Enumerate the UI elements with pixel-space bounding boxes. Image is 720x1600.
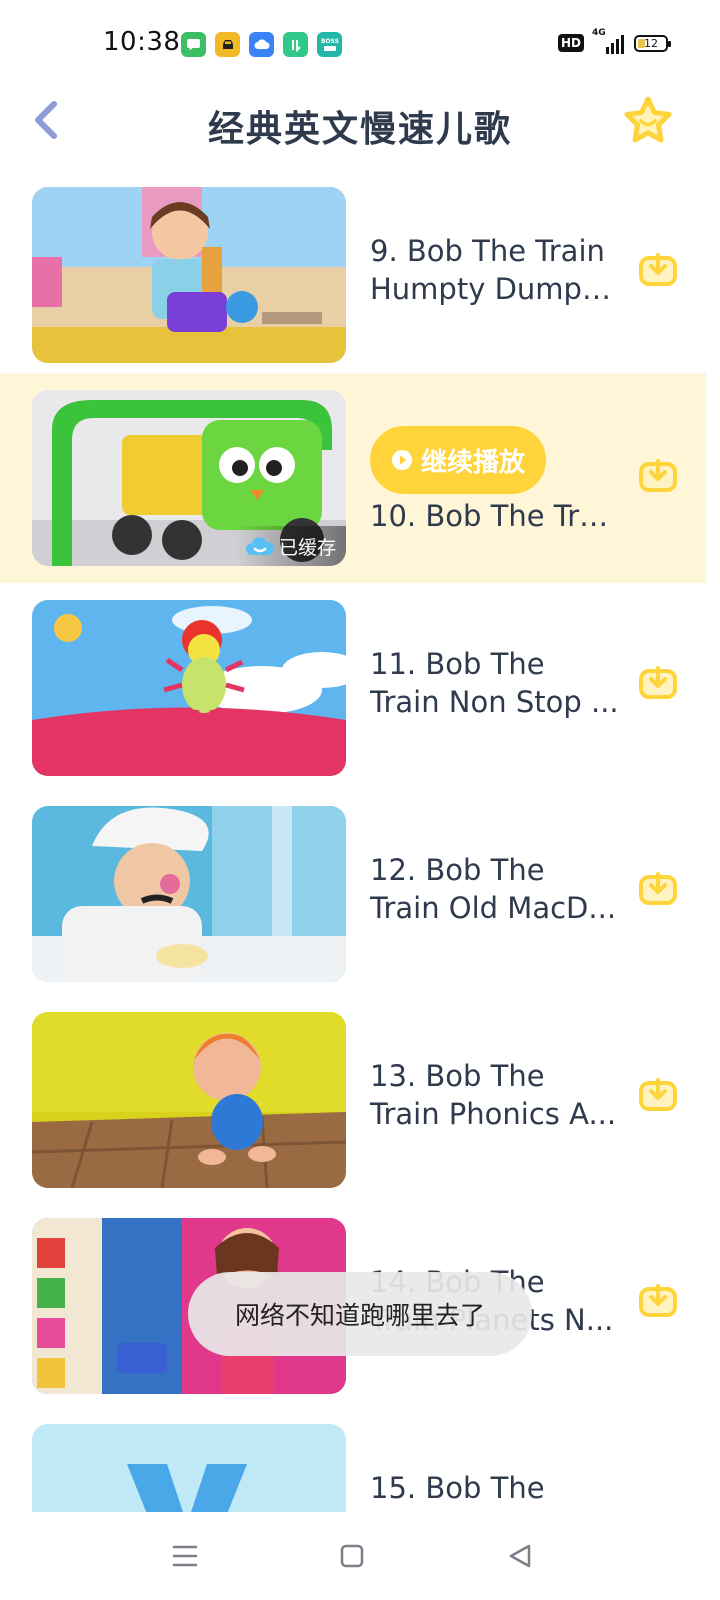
song-title-line2: Train Non Stop ... bbox=[370, 685, 619, 719]
download-icon bbox=[639, 253, 677, 286]
download-button[interactable] bbox=[638, 1281, 678, 1321]
continue-play-label: 继续播放 bbox=[420, 447, 525, 478]
video-thumbnail[interactable] bbox=[32, 806, 346, 982]
signal-icon: 4G bbox=[592, 28, 624, 54]
list-item[interactable]: 13. Bob The Train Phonics A... bbox=[0, 995, 706, 1205]
menu-icon bbox=[172, 1545, 198, 1567]
song-title-line1: 12. Bob The bbox=[370, 853, 545, 887]
song-title-line2: Train Old MacD... bbox=[370, 891, 617, 925]
list-item[interactable]: 15. Bob The bbox=[0, 1407, 706, 1512]
song-title[interactable]: 11. Bob The Train Non Stop ... bbox=[370, 645, 620, 721]
video-thumbnail[interactable] bbox=[32, 187, 346, 363]
finance-app-icon bbox=[283, 32, 308, 57]
list-item[interactable]: 11. Bob The Train Non Stop ... bbox=[0, 583, 706, 793]
song-title-line1: 11. Bob The bbox=[370, 647, 545, 681]
network-label: 4G bbox=[592, 28, 606, 38]
song-title[interactable]: 10. Bob The Tra... bbox=[370, 497, 620, 535]
star-icon bbox=[624, 96, 672, 143]
cached-label: 已缓存 bbox=[278, 537, 336, 559]
page-title: 经典英文慢速儿歌 bbox=[207, 109, 512, 150]
status-right-group: HD 4G 12 bbox=[557, 28, 671, 54]
continue-play-button[interactable]: 继续播放 bbox=[370, 426, 546, 494]
system-nav-bar bbox=[0, 1512, 720, 1600]
status-bar: 10:38 BOSS HD 4G 12 bbox=[0, 0, 720, 88]
download-icon bbox=[639, 459, 677, 492]
list-item[interactable]: 9. Bob The Train Humpty Dumpt... bbox=[0, 170, 706, 380]
download-icon bbox=[639, 666, 677, 699]
favorite-button[interactable] bbox=[620, 93, 676, 149]
play-icon bbox=[391, 450, 412, 470]
download-icon bbox=[639, 1078, 677, 1111]
song-title-line1: 9. Bob The Train bbox=[370, 234, 605, 268]
song-title-line1: 15. Bob The bbox=[370, 1471, 545, 1505]
cloud-app-icon bbox=[249, 32, 274, 57]
back-triangle-icon bbox=[509, 1544, 531, 1568]
download-icon bbox=[639, 1284, 677, 1317]
list-item[interactable]: 12. Bob The Train Old MacD... bbox=[0, 789, 706, 999]
svg-text:BOSS: BOSS bbox=[320, 38, 338, 45]
video-thumbnail[interactable] bbox=[32, 1012, 346, 1188]
cached-badge: 已缓存 bbox=[239, 531, 342, 562]
list-item-active[interactable]: 已缓存 继续播放 10. Bob The Tra... bbox=[0, 373, 706, 583]
download-button[interactable] bbox=[638, 1075, 678, 1115]
download-button[interactable] bbox=[638, 869, 678, 909]
boss-recruit-icon: BOSS bbox=[317, 32, 342, 57]
video-thumbnail[interactable]: 已缓存 bbox=[32, 390, 346, 566]
download-icon bbox=[639, 872, 677, 905]
download-button[interactable] bbox=[638, 250, 678, 290]
download-button[interactable] bbox=[638, 663, 678, 703]
video-thumbnail[interactable] bbox=[32, 600, 346, 776]
video-thumbnail[interactable] bbox=[32, 1424, 346, 1512]
menu-button[interactable] bbox=[163, 1534, 207, 1578]
song-title-line2: Train Phonics A... bbox=[370, 1097, 617, 1131]
song-title[interactable]: 13. Bob The Train Phonics A... bbox=[370, 1057, 620, 1133]
home-button[interactable] bbox=[330, 1534, 374, 1578]
app-header: 经典英文慢速儿歌 bbox=[0, 88, 720, 168]
song-title-line2: 10. Bob The Tra... bbox=[370, 499, 620, 533]
song-title-line1: 13. Bob The bbox=[370, 1059, 545, 1093]
song-title[interactable]: 9. Bob The Train Humpty Dumpt... bbox=[370, 232, 620, 308]
song-title-line2: Humpty Dumpt... bbox=[370, 272, 620, 306]
cloud-cached-icon bbox=[245, 536, 275, 555]
battery-icon: 12 bbox=[634, 34, 671, 52]
home-square-icon bbox=[340, 1544, 364, 1568]
messages-icon bbox=[181, 32, 206, 57]
network-error-toast: 网络不知道跑哪里去了 bbox=[188, 1272, 532, 1356]
song-title[interactable]: 15. Bob The bbox=[370, 1469, 620, 1507]
status-time: 10:38 bbox=[103, 27, 181, 57]
nav-back-button[interactable] bbox=[498, 1534, 542, 1578]
song-title[interactable]: 12. Bob The Train Old MacD... bbox=[370, 851, 620, 927]
hd-badge: HD bbox=[557, 34, 584, 52]
download-button[interactable] bbox=[638, 456, 678, 496]
battery-level: 12 bbox=[644, 36, 658, 50]
car-app-icon bbox=[215, 32, 240, 57]
